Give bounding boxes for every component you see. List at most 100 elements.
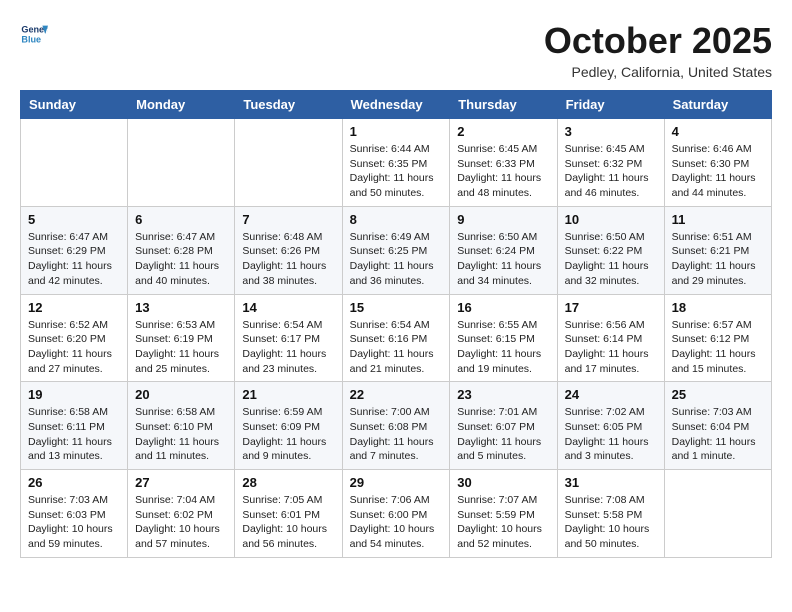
calendar-cell: 28Sunrise: 7:05 AM Sunset: 6:01 PM Dayli…: [235, 470, 342, 558]
day-number: 29: [350, 475, 443, 490]
day-number: 6: [135, 212, 227, 227]
day-number: 24: [565, 387, 657, 402]
calendar-cell: [235, 119, 342, 207]
calendar-cell: 12Sunrise: 6:52 AM Sunset: 6:20 PM Dayli…: [21, 294, 128, 382]
calendar-cell: 22 Sunrise: 7:00 AM Sunset: 6:08 PM Dayli…: [342, 382, 450, 470]
day-number: 25: [672, 387, 764, 402]
day-info: Sunrise: 6:50 AM Sunset: 6:24 PM Dayligh…: [457, 230, 549, 289]
calendar-cell: 11Sunrise: 6:51 AM Sunset: 6:21 PM Dayli…: [664, 206, 771, 294]
day-info: Sunrise: 6:57 AM Sunset: 6:12 PM Dayligh…: [672, 318, 764, 377]
calendar-cell: 17 Sunrise: 6:56 AM Sunset: 6:14 PM Dayli…: [557, 294, 664, 382]
month-title: October 2025: [544, 20, 772, 62]
svg-text:Blue: Blue: [21, 34, 41, 44]
day-info: Sunrise: 6:59 AM Sunset: 6:09 PM Dayligh…: [242, 405, 334, 464]
logo-icon: General Blue: [20, 20, 48, 48]
title-block: October 2025 Pedley, California, United …: [544, 20, 772, 80]
day-number: 5: [28, 212, 120, 227]
calendar-cell: 5 Sunrise: 6:47 AM Sunset: 6:29 PM Daylig…: [21, 206, 128, 294]
calendar-cell: 26 Sunrise: 7:03 AM Sunset: 6:03 PM Dayli…: [21, 470, 128, 558]
calendar-cell: [664, 470, 771, 558]
day-info: Sunrise: 6:58 AM Sunset: 6:11 PM Dayligh…: [28, 405, 120, 464]
calendar-cell: 18Sunrise: 6:57 AM Sunset: 6:12 PM Dayli…: [664, 294, 771, 382]
day-info: Sunrise: 6:53 AM Sunset: 6:19 PM Dayligh…: [135, 318, 227, 377]
calendar-cell: 14Sunrise: 6:54 AM Sunset: 6:17 PM Dayli…: [235, 294, 342, 382]
day-number: 10: [565, 212, 657, 227]
calendar-cell: 6 Sunrise: 6:47 AM Sunset: 6:28 PM Daylig…: [128, 206, 235, 294]
calendar-week-row: 5 Sunrise: 6:47 AM Sunset: 6:29 PM Daylig…: [21, 206, 772, 294]
day-number: 27: [135, 475, 227, 490]
day-number: 21: [242, 387, 334, 402]
calendar-cell: 24 Sunrise: 7:02 AM Sunset: 6:05 PM Dayli…: [557, 382, 664, 470]
day-info: Sunrise: 7:00 AM Sunset: 6:08 PM Dayligh…: [350, 405, 443, 464]
day-number: 22: [350, 387, 443, 402]
calendar-header-row: SundayMondayTuesdayWednesdayThursdayFrid…: [21, 91, 772, 119]
location: Pedley, California, United States: [544, 64, 772, 80]
day-info: Sunrise: 6:48 AM Sunset: 6:26 PM Dayligh…: [242, 230, 334, 289]
page-header: General Blue October 2025 Pedley, Califo…: [20, 20, 772, 80]
col-header-tuesday: Tuesday: [235, 91, 342, 119]
calendar-cell: 23 Sunrise: 7:01 AM Sunset: 6:07 PM Dayli…: [450, 382, 557, 470]
calendar-cell: 8 Sunrise: 6:49 AM Sunset: 6:25 PM Daylig…: [342, 206, 450, 294]
col-header-friday: Friday: [557, 91, 664, 119]
day-number: 7: [242, 212, 334, 227]
col-header-monday: Monday: [128, 91, 235, 119]
calendar-cell: [21, 119, 128, 207]
calendar-cell: [128, 119, 235, 207]
calendar-cell: 20 Sunrise: 6:58 AM Sunset: 6:10 PM Dayli…: [128, 382, 235, 470]
day-info: Sunrise: 7:03 AM Sunset: 6:04 PM Dayligh…: [672, 405, 764, 464]
calendar-cell: 29Sunrise: 7:06 AM Sunset: 6:00 PM Dayli…: [342, 470, 450, 558]
day-number: 9: [457, 212, 549, 227]
day-info: Sunrise: 6:47 AM Sunset: 6:29 PM Dayligh…: [28, 230, 120, 289]
col-header-thursday: Thursday: [450, 91, 557, 119]
day-number: 23: [457, 387, 549, 402]
day-info: Sunrise: 6:56 AM Sunset: 6:14 PM Dayligh…: [565, 318, 657, 377]
calendar-cell: 10 Sunrise: 6:50 AM Sunset: 6:22 PM Dayli…: [557, 206, 664, 294]
day-info: Sunrise: 6:46 AM Sunset: 6:30 PM Dayligh…: [672, 142, 764, 201]
day-number: 11: [672, 212, 764, 227]
day-info: Sunrise: 6:47 AM Sunset: 6:28 PM Dayligh…: [135, 230, 227, 289]
day-number: 17: [565, 300, 657, 315]
day-info: Sunrise: 7:04 AM Sunset: 6:02 PM Dayligh…: [135, 493, 227, 552]
calendar-cell: 4Sunrise: 6:46 AM Sunset: 6:30 PM Daylig…: [664, 119, 771, 207]
calendar-week-row: 1Sunrise: 6:44 AM Sunset: 6:35 PM Daylig…: [21, 119, 772, 207]
day-info: Sunrise: 7:01 AM Sunset: 6:07 PM Dayligh…: [457, 405, 549, 464]
day-number: 2: [457, 124, 549, 139]
day-number: 1: [350, 124, 443, 139]
day-info: Sunrise: 6:49 AM Sunset: 6:25 PM Dayligh…: [350, 230, 443, 289]
day-info: Sunrise: 7:02 AM Sunset: 6:05 PM Dayligh…: [565, 405, 657, 464]
calendar-cell: 25 Sunrise: 7:03 AM Sunset: 6:04 PM Dayli…: [664, 382, 771, 470]
day-number: 28: [242, 475, 334, 490]
day-number: 15: [350, 300, 443, 315]
calendar-cell: 27 Sunrise: 7:04 AM Sunset: 6:02 PM Dayli…: [128, 470, 235, 558]
day-number: 8: [350, 212, 443, 227]
day-number: 26: [28, 475, 120, 490]
day-number: 3: [565, 124, 657, 139]
day-info: Sunrise: 6:54 AM Sunset: 6:16 PM Dayligh…: [350, 318, 443, 377]
calendar-week-row: 19 Sunrise: 6:58 AM Sunset: 6:11 PM Dayli…: [21, 382, 772, 470]
day-info: Sunrise: 7:03 AM Sunset: 6:03 PM Dayligh…: [28, 493, 120, 552]
day-info: Sunrise: 6:45 AM Sunset: 6:32 PM Dayligh…: [565, 142, 657, 201]
calendar-cell: 9 Sunrise: 6:50 AM Sunset: 6:24 PM Daylig…: [450, 206, 557, 294]
day-number: 16: [457, 300, 549, 315]
day-number: 31: [565, 475, 657, 490]
calendar-week-row: 12Sunrise: 6:52 AM Sunset: 6:20 PM Dayli…: [21, 294, 772, 382]
day-info: Sunrise: 6:58 AM Sunset: 6:10 PM Dayligh…: [135, 405, 227, 464]
calendar-cell: 7 Sunrise: 6:48 AM Sunset: 6:26 PM Daylig…: [235, 206, 342, 294]
day-number: 30: [457, 475, 549, 490]
calendar-table: SundayMondayTuesdayWednesdayThursdayFrid…: [20, 90, 772, 558]
col-header-wednesday: Wednesday: [342, 91, 450, 119]
calendar-cell: 1Sunrise: 6:44 AM Sunset: 6:35 PM Daylig…: [342, 119, 450, 207]
calendar-cell: 13Sunrise: 6:53 AM Sunset: 6:19 PM Dayli…: [128, 294, 235, 382]
day-info: Sunrise: 6:54 AM Sunset: 6:17 PM Dayligh…: [242, 318, 334, 377]
day-info: Sunrise: 7:08 AM Sunset: 5:58 PM Dayligh…: [565, 493, 657, 552]
calendar-cell: 21 Sunrise: 6:59 AM Sunset: 6:09 PM Dayli…: [235, 382, 342, 470]
calendar-cell: 31 Sunrise: 7:08 AM Sunset: 5:58 PM Dayli…: [557, 470, 664, 558]
day-info: Sunrise: 6:55 AM Sunset: 6:15 PM Dayligh…: [457, 318, 549, 377]
day-number: 20: [135, 387, 227, 402]
calendar-cell: 15 Sunrise: 6:54 AM Sunset: 6:16 PM Dayli…: [342, 294, 450, 382]
logo: General Blue: [20, 20, 48, 48]
day-info: Sunrise: 6:50 AM Sunset: 6:22 PM Dayligh…: [565, 230, 657, 289]
day-info: Sunrise: 6:52 AM Sunset: 6:20 PM Dayligh…: [28, 318, 120, 377]
calendar-cell: 19 Sunrise: 6:58 AM Sunset: 6:11 PM Dayli…: [21, 382, 128, 470]
day-number: 19: [28, 387, 120, 402]
